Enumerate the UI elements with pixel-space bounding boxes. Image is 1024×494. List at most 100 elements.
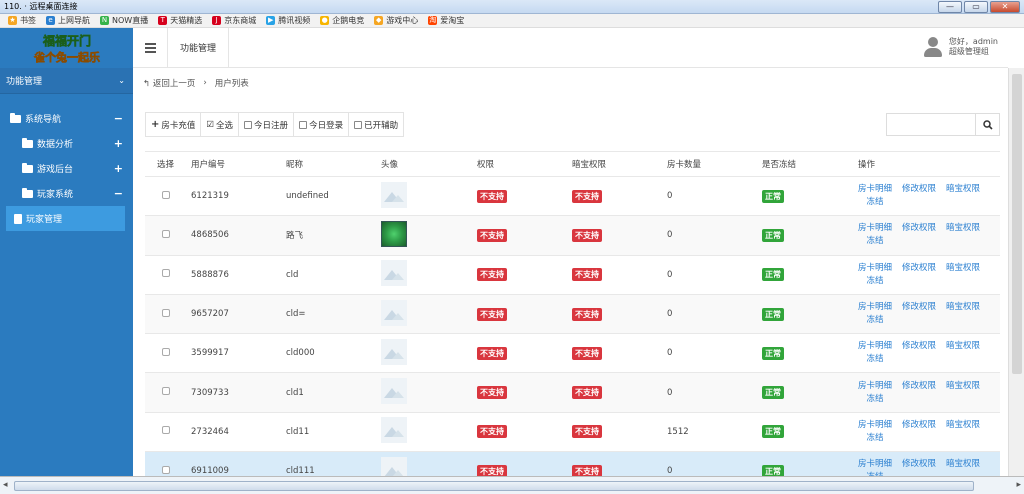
freeze-link[interactable]: 冻结 <box>867 353 884 366</box>
bookmark-item[interactable]: e 上网导航 <box>46 15 90 26</box>
horizontal-scrollbar[interactable]: ◂ ▸ <box>0 476 1024 494</box>
scroll-left-icon[interactable]: ◂ <box>3 480 8 490</box>
select-cell <box>145 190 186 202</box>
bookmark-item[interactable]: T 天猫精选 <box>158 15 202 26</box>
svg-text:福福开门: 福福开门 <box>41 33 90 48</box>
bao-permission-link[interactable]: 暗宝权限 <box>946 183 980 209</box>
edit-permission-link[interactable]: 修改权限 <box>902 340 936 366</box>
row-checkbox[interactable] <box>161 465 170 474</box>
bao-permission-link[interactable]: 暗宝权限 <box>946 419 980 445</box>
edit-permission-link[interactable]: 修改权限 <box>902 419 936 445</box>
edit-permission-link[interactable]: 修改权限 <box>902 380 936 406</box>
actions-cell: 房卡明细冻结 修改权限暗宝权限 <box>853 262 1000 288</box>
user-info[interactable]: 您好，admin 超级管理组 <box>923 36 998 58</box>
row-checkbox[interactable] <box>161 347 170 356</box>
bao-permission-link[interactable]: 暗宝权限 <box>946 222 980 248</box>
table-row[interactable]: 7309733 cld1 不支持 不支持 0 正常 房卡明细 冻结 修改权限 暗宝权限 <box>145 373 1000 413</box>
sidebar-item-player-management[interactable]: 玩家管理 <box>6 206 125 231</box>
sidebar-item-system-nav[interactable]: 系统导航 − <box>0 106 133 131</box>
sidebar-item-data-analysis[interactable]: 数据分析 + <box>0 131 133 156</box>
bookmark-item[interactable]: 淘爱淘宝 <box>428 15 464 26</box>
row-checkbox[interactable] <box>161 190 170 199</box>
freeze-link[interactable]: 冻结 <box>867 432 884 445</box>
edit-permission-link[interactable]: 修改权限 <box>902 183 936 209</box>
table-row[interactable]: 5888876 cld 不支持 不支持 0 正常 房卡明细 冻结 修改权限 暗宝权限 <box>145 256 1000 295</box>
filter-today-register[interactable]: 今日注册 <box>239 113 295 136</box>
recharge-card-button[interactable]: + 房卡充值 <box>146 113 202 136</box>
table-row[interactable]: 6121319 undefined 不支持 不支持 0 正常 房卡明细 冻结 修改权限 暗宝权限 <box>145 177 1000 217</box>
table-row[interactable]: 4868506 路飞 不支持 不支持 0 正常 房卡明细 冻结 修改权限 暗宝权限 <box>145 216 1000 256</box>
bao-permission-cell: 不支持 <box>567 307 662 321</box>
card-detail-link[interactable]: 房卡明细 <box>858 262 892 275</box>
restore-button[interactable]: ▭ <box>964 1 988 13</box>
edit-permission-link[interactable]: 修改权限 <box>902 301 936 327</box>
scrollbar-thumb[interactable] <box>1012 74 1022 374</box>
search-button[interactable] <box>976 113 1000 136</box>
bao-permission-link[interactable]: 暗宝权限 <box>946 340 980 366</box>
checkbox[interactable] <box>354 120 363 129</box>
card-detail-link[interactable]: 房卡明细 <box>858 380 892 393</box>
table-row[interactable]: 9657207 cld= 不支持 不支持 0 正常 房卡明细 冻结 修改权限 暗宝权限 <box>145 294 1000 335</box>
card-detail-link[interactable]: 房卡明细 <box>858 340 892 353</box>
vertical-scrollbar[interactable] <box>1008 68 1024 476</box>
frozen-status-cell: 正常 <box>757 268 853 282</box>
search-input[interactable] <box>886 113 976 136</box>
table-header-row: 选择 用户编号 昵称 头像 权限 暗宝权限 房卡数量 是否冻结 操作 <box>145 151 1000 177</box>
row-checkbox[interactable] <box>161 387 170 396</box>
edit-permission-link[interactable]: 修改权限 <box>902 222 936 248</box>
checkbox[interactable] <box>244 120 253 129</box>
scroll-right-icon[interactable]: ▸ <box>1016 480 1021 490</box>
bao-permission-link[interactable]: 暗宝权限 <box>946 262 980 288</box>
now-icon: N <box>100 16 109 25</box>
card-detail-link[interactable]: 房卡明细 <box>858 301 892 314</box>
freeze-link[interactable]: 冻结 <box>867 275 884 288</box>
bookmark-item[interactable]: N NOW直播 <box>100 15 148 26</box>
bao-permission-link[interactable]: 暗宝权限 <box>946 301 980 327</box>
select-all-button[interactable]: ☑ 全选 <box>201 113 240 136</box>
freeze-link[interactable]: 冻结 <box>867 314 884 327</box>
freeze-link[interactable]: 冻结 <box>867 196 884 209</box>
row-checkbox[interactable] <box>161 308 170 317</box>
permission-cell: 不支持 <box>472 268 567 282</box>
card-detail-link[interactable]: 房卡明细 <box>858 222 892 235</box>
table-row[interactable]: 2732464 cld11 不支持 不支持 1512 正常 房卡明细 冻结 修改权限 暗宝权限 <box>145 413 1000 453</box>
avatar-cell <box>376 181 472 211</box>
sidebar-item-player-system[interactable]: 玩家系统 − <box>0 181 133 206</box>
bookmark-item[interactable]: ◆ 游戏中心 <box>374 15 418 26</box>
scrollbar-thumb[interactable] <box>14 481 974 491</box>
sidebar-menu-title[interactable]: 功能管理 ⌄ <box>0 68 133 94</box>
remote-desktop-titlebar: 110. · 远程桌面连接 — ▭ ✕ <box>0 0 1024 14</box>
permission-cell: 不支持 <box>472 307 567 321</box>
permission-badge: 不支持 <box>477 346 507 360</box>
filter-today-login[interactable]: 今日登录 <box>294 113 350 136</box>
row-checkbox[interactable] <box>161 269 170 278</box>
nickname-cell: 路飞 <box>286 231 304 242</box>
card-detail-link[interactable]: 房卡明细 <box>858 183 892 196</box>
folder-icon <box>10 112 21 123</box>
freeze-link[interactable]: 冻结 <box>867 235 884 248</box>
frozen-status-cell: 正常 <box>757 307 853 321</box>
breadcrumb-separator: › <box>203 78 207 88</box>
bao-permission-link[interactable]: 暗宝权限 <box>946 380 980 406</box>
bookmark-item[interactable]: J 京东商城 <box>212 15 256 26</box>
toolbar: + 房卡充值 ☑ 全选 今日注册 今日登录 已开辅助 <box>145 112 405 137</box>
close-button[interactable]: ✕ <box>990 1 1020 13</box>
back-link[interactable]: ↰ 返回上一页 <box>143 77 195 89</box>
minimize-button[interactable]: — <box>938 1 962 13</box>
table-row[interactable]: 3599917 cld000 不支持 不支持 0 正常 房卡明细 冻结 修改权限 暗宝权限 <box>145 334 1000 374</box>
bookmark-item[interactable]: ★ 书签 <box>8 15 36 26</box>
sidebar-item-game-backend[interactable]: 游戏后台 + <box>0 156 133 181</box>
freeze-link[interactable]: 冻结 <box>867 393 884 406</box>
edit-permission-link[interactable]: 修改权限 <box>902 262 936 288</box>
card-detail-link[interactable]: 房卡明细 <box>858 419 892 432</box>
row-checkbox[interactable] <box>161 229 170 238</box>
card-detail-link[interactable]: 房卡明细 <box>858 458 892 471</box>
logo-image: 福福开门 雀个兔一起乐 <box>32 33 100 65</box>
bookmark-item[interactable]: ● 企鹅电竞 <box>320 15 364 26</box>
hamburger-menu-icon[interactable] <box>133 28 167 68</box>
filter-assist-enabled[interactable]: 已开辅助 <box>349 113 404 136</box>
tab-function-management[interactable]: 功能管理 <box>167 27 230 68</box>
checkbox[interactable] <box>299 120 308 129</box>
bookmark-item[interactable]: ▶ 腾讯视频 <box>266 15 310 26</box>
row-checkbox[interactable] <box>161 426 170 435</box>
